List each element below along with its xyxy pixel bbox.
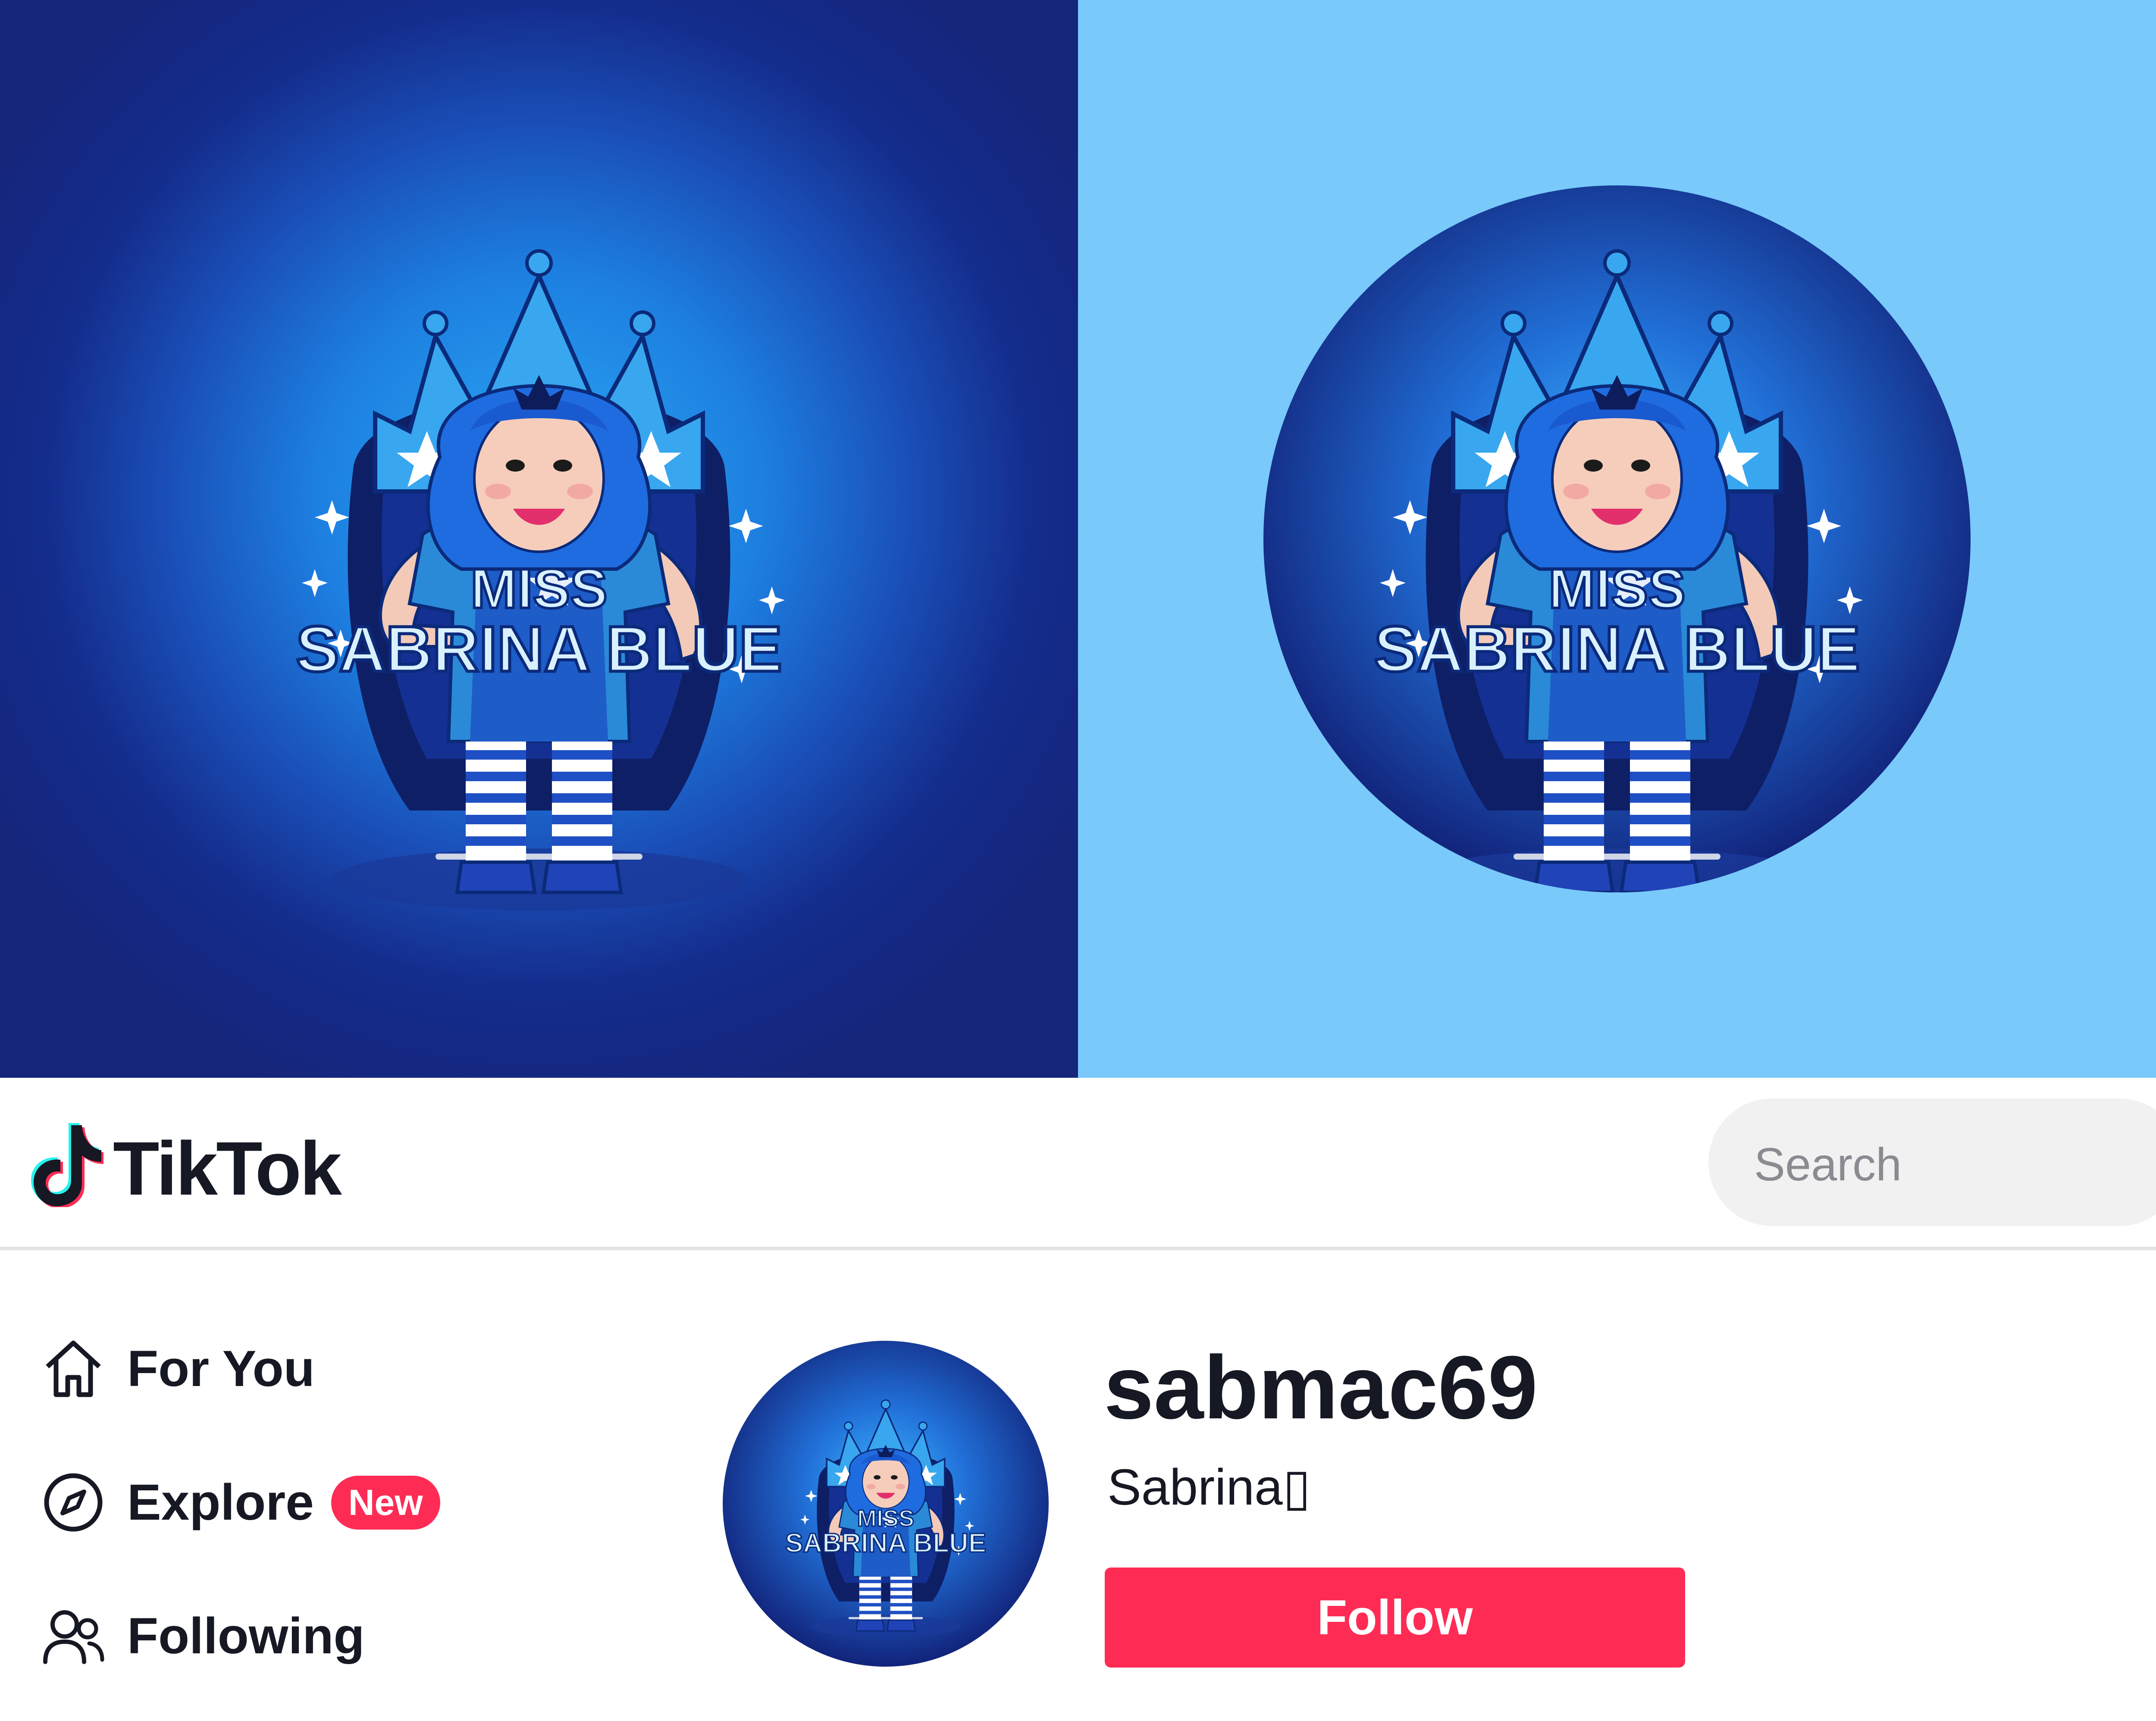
sidebar-item-label: Following [127, 1608, 365, 1665]
sidebar-item-explore[interactable]: Explore New [41, 1464, 440, 1541]
logo-text[interactable]: TikTok [113, 1125, 342, 1212]
artwork-title-line1: MISS [1547, 557, 1687, 620]
artwork-square: MISS SABRINA BLUE [0, 0, 1078, 1078]
sidebar-item-label: For You [127, 1340, 315, 1397]
artwork-title-line1: MISS [469, 557, 609, 620]
artwork-title-line2: SABRINA BLUE [295, 613, 784, 685]
avatar-title-line1: MISS [857, 1505, 914, 1531]
search-placeholder: Search [1754, 1138, 1902, 1190]
new-badge: New [331, 1475, 440, 1530]
users-icon [43, 1610, 104, 1664]
tiktok-logo-icon[interactable] [30, 1121, 103, 1207]
character-illustration-circle [1263, 185, 1971, 892]
sidebar-item-for-you[interactable]: For You [41, 1330, 315, 1408]
profile-display-name: Sabrina▯ [1107, 1459, 1311, 1516]
avatar[interactable]: MISS SABRINA BLUE [723, 1341, 1049, 1667]
sidebar-item-following[interactable]: Following [41, 1597, 365, 1675]
profile-username: sabmac69 [1104, 1338, 1538, 1438]
home-icon [46, 1340, 101, 1397]
follow-button[interactable]: Follow [1105, 1568, 1685, 1668]
sidebar-item-label: Explore [127, 1474, 314, 1531]
artwork-title-line2: SABRINA BLUE [1373, 613, 1862, 685]
character-illustration [0, 0, 1078, 1078]
avatar-title-line2: SABRINA BLUE [785, 1528, 986, 1558]
artwork-circle-preview: MISS SABRINA BLUE [1078, 0, 2156, 1078]
compass-icon [44, 1473, 103, 1532]
